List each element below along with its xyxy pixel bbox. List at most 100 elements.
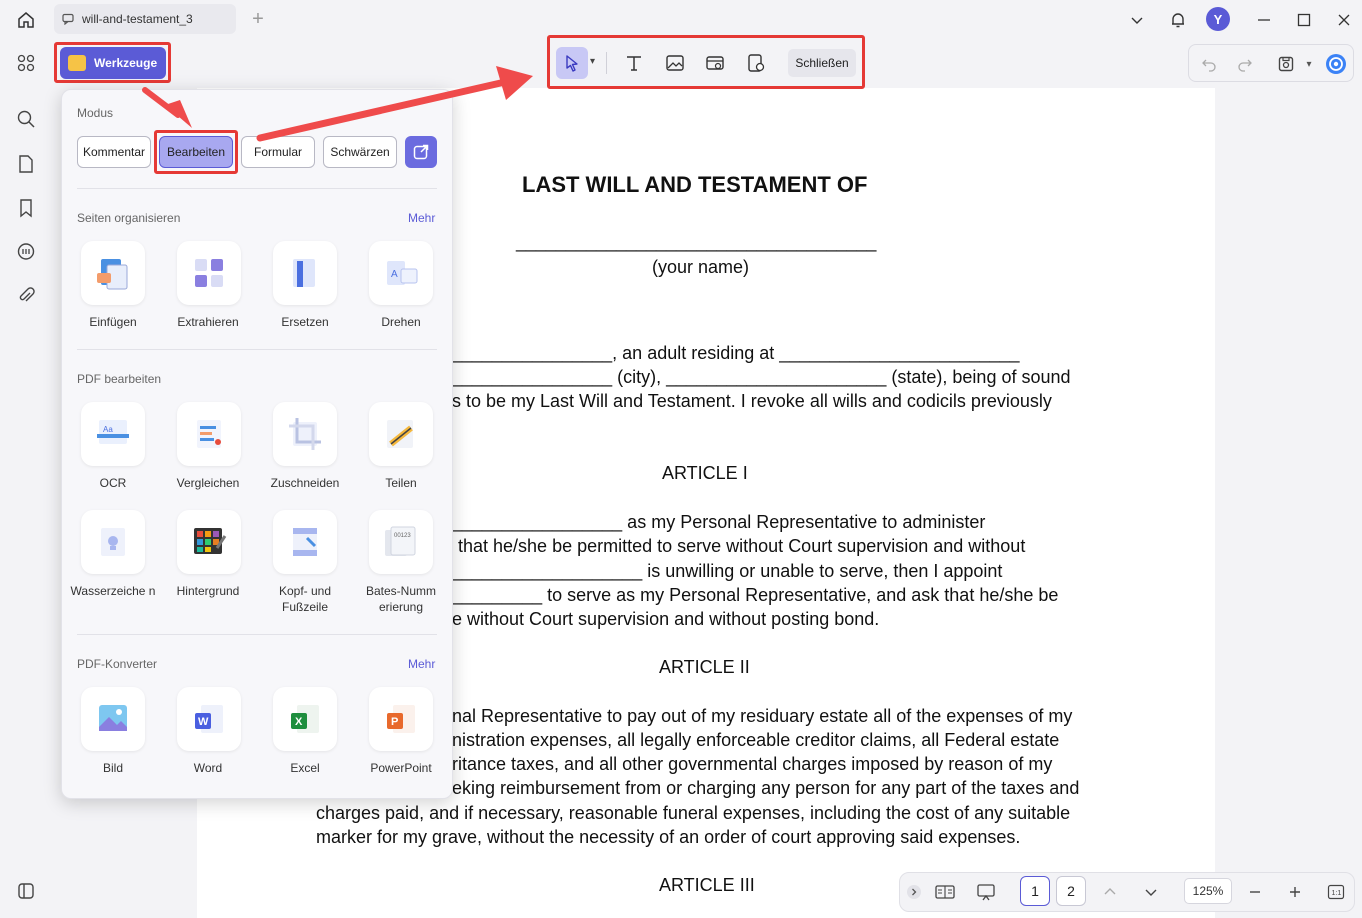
image-icon (99, 705, 127, 731)
svg-text:P: P (391, 716, 398, 728)
tool-label: Vergleichen (176, 476, 240, 490)
maximize-icon[interactable] (1292, 8, 1316, 32)
attachment-icon[interactable] (14, 284, 38, 308)
document-line: _________ to serve as my Personal Repres… (452, 585, 1059, 605)
section-title-edit-pdf: PDF bearbeiten (77, 372, 162, 386)
ai-assistant-icon[interactable] (1325, 53, 1347, 75)
document-line: e without Court supervision and without … (452, 609, 880, 629)
document-tab[interactable]: will-and-testament_3 (54, 4, 236, 34)
powerpoint-icon: P (387, 705, 415, 733)
comment-icon (62, 12, 76, 26)
convert-powerpoint-tile[interactable]: P (369, 687, 433, 751)
zoom-out-icon[interactable] (1245, 878, 1265, 906)
bell-icon[interactable] (1166, 8, 1190, 32)
section-title-converter: PDF-Konverter (77, 657, 158, 671)
watermark-icon (101, 528, 125, 556)
mode-label: Modus (77, 106, 114, 120)
home-icon[interactable] (14, 8, 38, 32)
tool-label: OCR (99, 476, 127, 490)
bates-numbering-icon: 00123 (385, 526, 416, 556)
replace-pages-tile[interactable] (273, 241, 337, 305)
document-line: that he/she be permitted to serve withou… (458, 536, 1026, 556)
page-thumbnail-icon[interactable] (14, 152, 38, 176)
avatar[interactable]: Y (1206, 7, 1230, 31)
bates-numbering-tile[interactable]: 00123 (369, 510, 433, 574)
ocr-tile[interactable]: Aa (81, 402, 145, 466)
convert-excel-tile[interactable]: X (273, 687, 337, 751)
sidebar-panel-icon[interactable] (14, 879, 38, 903)
more-link-converter[interactable]: Mehr (408, 657, 435, 671)
document-line: ritance taxes, and all other governmenta… (452, 754, 1053, 774)
mode-comment-button[interactable]: Kommentar (77, 136, 151, 168)
zoom-in-icon[interactable] (1285, 878, 1305, 906)
page-1-button[interactable]: 1 (1020, 876, 1050, 906)
chevron-down-icon[interactable] (1141, 878, 1161, 906)
svg-text:A: A (391, 269, 398, 280)
tool-label: Excel (290, 761, 320, 775)
more-link-organize[interactable]: Mehr (408, 211, 435, 225)
chevron-up-icon[interactable] (1100, 878, 1120, 906)
document-line: marker for my grave, without the necessi… (316, 827, 1021, 847)
new-tab-button[interactable]: + (248, 8, 268, 30)
presentation-icon[interactable] (974, 878, 998, 906)
compare-tile[interactable] (177, 402, 241, 466)
split-tile[interactable] (369, 402, 433, 466)
page-layout-icon[interactable] (933, 878, 957, 906)
convert-word-tile[interactable]: W (177, 687, 241, 751)
background-icon (194, 528, 227, 554)
comments-icon[interactable] (14, 240, 38, 264)
document-line: ___________________ is unwilling or unab… (452, 561, 1003, 581)
redo-icon[interactable] (1234, 53, 1256, 75)
zoom-level[interactable]: 125% (1184, 878, 1232, 904)
mode-form-button[interactable]: Formular (241, 136, 315, 168)
tool-label: Bild (102, 761, 123, 775)
highlight-edit-toolbar (547, 35, 865, 89)
share-button[interactable] (405, 136, 437, 168)
chevron-down-icon[interactable] (1125, 8, 1149, 32)
convert-image-tile[interactable] (81, 687, 145, 751)
document-line: _________________ as my Personal Represe… (452, 512, 986, 532)
word-icon: W (195, 705, 223, 733)
document-line: nal Representative to pay out of my resi… (452, 706, 1073, 726)
undo-icon[interactable] (1198, 53, 1220, 75)
collapse-nav-icon[interactable] (904, 878, 924, 906)
document-line: eking reimbursement from or charging any… (452, 778, 1080, 798)
tool-label: Teilen (385, 476, 417, 490)
svg-text:W: W (198, 716, 209, 728)
tool-label: Extrahieren (177, 315, 239, 329)
mode-redact-button[interactable]: Schwärzen (323, 136, 397, 168)
compare-icon (197, 420, 221, 448)
article-heading: ARTICLE III (659, 875, 755, 895)
insert-pages-tile[interactable] (81, 241, 145, 305)
divider (77, 349, 437, 350)
chevron-down-icon[interactable]: ▾ (1298, 53, 1320, 75)
extract-pages-tile[interactable] (177, 241, 241, 305)
insert-icon (97, 259, 128, 290)
crop-tile[interactable] (273, 402, 337, 466)
ocr-icon: Aa (97, 420, 129, 444)
article-heading: ARTICLE II (659, 657, 750, 677)
document-title: LAST WILL AND TESTAMENT OF (522, 172, 868, 197)
watermark-tile[interactable] (81, 510, 145, 574)
minimize-icon[interactable] (1252, 8, 1276, 32)
tool-label: Drehen (381, 315, 421, 329)
rotate-pages-tile[interactable]: A (369, 241, 433, 305)
save-icon[interactable] (1275, 53, 1297, 75)
actual-size-icon[interactable]: 1:1 (1325, 878, 1347, 906)
apps-grid-icon[interactable] (14, 51, 38, 75)
document-line: s to be my Last Will and Testament. I re… (452, 391, 1052, 411)
page-2-button[interactable]: 2 (1056, 876, 1086, 906)
tool-label: Bates-Numm erierung (365, 584, 436, 614)
article-heading: ARTICLE I (662, 463, 748, 483)
bookmark-icon[interactable] (14, 196, 38, 220)
divider (77, 634, 437, 635)
search-icon[interactable] (14, 107, 38, 131)
section-title-organize: Seiten organisieren (77, 211, 181, 225)
svg-text:1:1: 1:1 (1332, 890, 1342, 897)
tool-label: Wasserzeiche n (70, 584, 156, 598)
document-line: charges paid, and if necessary, reasonab… (316, 803, 1071, 823)
header-footer-tile[interactable] (273, 510, 337, 574)
background-tile[interactable] (177, 510, 241, 574)
header-footer-icon (293, 528, 317, 556)
close-icon[interactable] (1332, 8, 1356, 32)
